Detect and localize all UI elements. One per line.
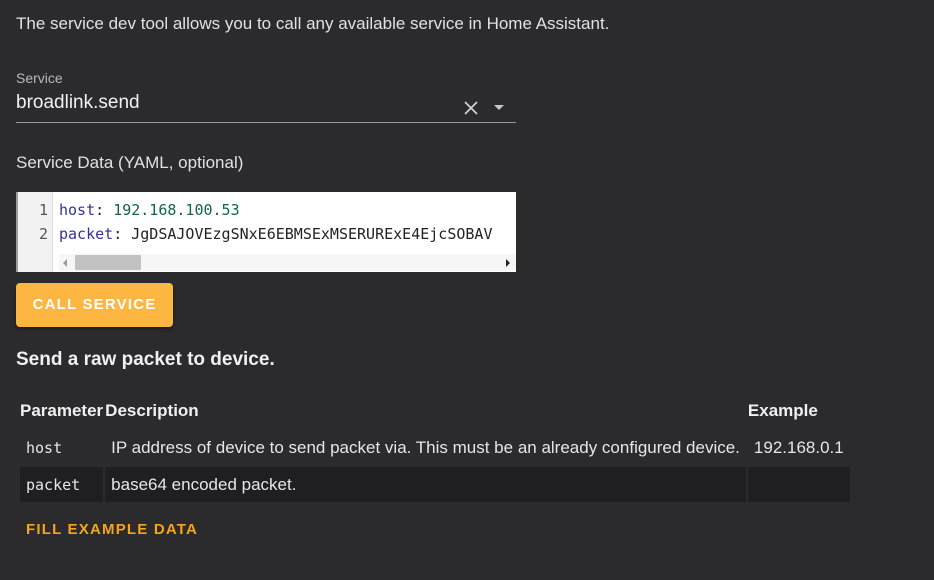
fill-example-data-button[interactable]: FILL EXAMPLE DATA (26, 521, 198, 538)
intro-text: The service dev tool allows you to call … (16, 14, 610, 33)
service-label: Service (16, 70, 63, 86)
example-cell: 192.168.0.1 (753, 437, 844, 457)
table-header-row: Parameter Description Example (20, 394, 850, 428)
code-line-host[interactable]: host: 192.168.100.53 (59, 201, 240, 219)
service-input[interactable]: broadlink.send (16, 92, 140, 114)
description-cell: IP address of device to send packet via.… (111, 437, 740, 457)
service-data-label: Service Data (YAML, optional) (16, 153, 244, 172)
code-line-packet[interactable]: packet: JgDSAJOVEzgSNxE6EBMSExMSERURExE4… (59, 225, 492, 243)
line-number: 1 (38, 201, 48, 219)
dropdown-arrow-icon[interactable] (494, 105, 504, 110)
scrollbar-thumb[interactable] (75, 255, 141, 270)
yaml-value: JgDSAJOVEzgSNxE6EBMSExMSERURExE4EjcSOBAV (131, 225, 493, 243)
service-picker[interactable]: Service broadlink.send (16, 68, 516, 123)
column-header-description: Description (105, 401, 199, 420)
yaml-editor[interactable]: 1 2 host: 192.168.100.53 packet: JgDSAJO… (16, 192, 516, 272)
call-service-button[interactable]: CALL SERVICE (16, 283, 173, 327)
parameter-cell: host (26, 438, 63, 457)
description-cell: base64 encoded packet. (105, 467, 746, 502)
yaml-separator: : (95, 201, 114, 219)
column-header-example: Example (747, 401, 818, 420)
table-row: host IP address of device to send packet… (20, 430, 850, 465)
scroll-left-arrow-icon[interactable] (63, 259, 67, 267)
line-number-gutter: 1 2 (16, 192, 53, 272)
yaml-key: packet (59, 225, 114, 243)
scroll-right-arrow-icon[interactable] (506, 259, 510, 267)
yaml-value: 192.168.100.53 (113, 201, 240, 219)
horizontal-scrollbar[interactable] (59, 254, 516, 271)
service-dev-tool-panel: The service dev tool allows you to call … (0, 0, 934, 580)
line-number: 2 (38, 225, 48, 243)
parameter-table: Parameter Description Example host IP ad… (18, 392, 852, 504)
column-header-parameter: Parameter (20, 401, 104, 420)
parameter-cell: packet (20, 467, 104, 502)
example-cell (747, 467, 850, 502)
service-description-title: Send a raw packet to device. (16, 349, 275, 370)
yaml-separator: : (113, 225, 132, 243)
clear-icon[interactable] (462, 99, 480, 117)
yaml-key: host (59, 201, 96, 219)
gutter-strip (16, 192, 18, 272)
table-row: packet base64 encoded packet. (20, 467, 850, 502)
